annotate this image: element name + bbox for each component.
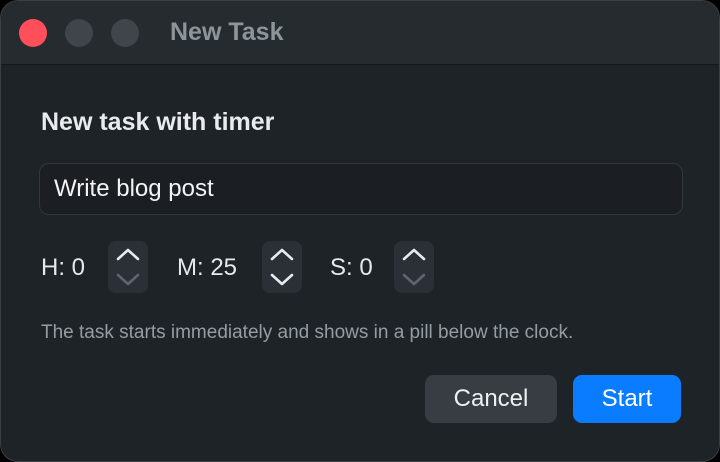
title-bar: New Task	[1, 1, 719, 65]
task-name-input[interactable]	[39, 163, 683, 215]
minutes-value: M: 25	[177, 254, 238, 281]
window-title: New Task	[170, 18, 284, 46]
minimize-window-button[interactable]	[65, 19, 93, 47]
cancel-button[interactable]: Cancel	[425, 375, 557, 423]
new-task-window: New Task New task with timer H: 0 M: 25 …	[0, 0, 720, 462]
close-window-button[interactable]	[19, 19, 47, 47]
seconds-value: S: 0	[330, 254, 373, 281]
seconds-stepper	[394, 241, 434, 293]
minutes-stepper	[262, 241, 302, 293]
seconds-decrement-button[interactable]	[394, 267, 434, 293]
minutes-increment-button[interactable]	[262, 241, 302, 267]
start-button[interactable]: Start	[573, 375, 681, 423]
hours-decrement-button[interactable]	[108, 267, 148, 293]
zoom-window-button[interactable]	[111, 19, 139, 47]
dialog-heading: New task with timer	[41, 108, 275, 136]
chevron-down-icon	[402, 273, 426, 286]
chevron-down-icon	[270, 273, 294, 286]
minutes-decrement-button[interactable]	[262, 267, 302, 293]
seconds-increment-button[interactable]	[394, 241, 434, 267]
chevron-up-icon	[402, 248, 426, 261]
hours-stepper	[108, 241, 148, 293]
hint-text: The task starts immediately and shows in…	[41, 322, 574, 343]
hours-increment-button[interactable]	[108, 241, 148, 267]
hours-value: H: 0	[41, 254, 86, 281]
chevron-up-icon	[270, 248, 294, 261]
chevron-down-icon	[116, 273, 140, 286]
chevron-up-icon	[116, 248, 140, 261]
